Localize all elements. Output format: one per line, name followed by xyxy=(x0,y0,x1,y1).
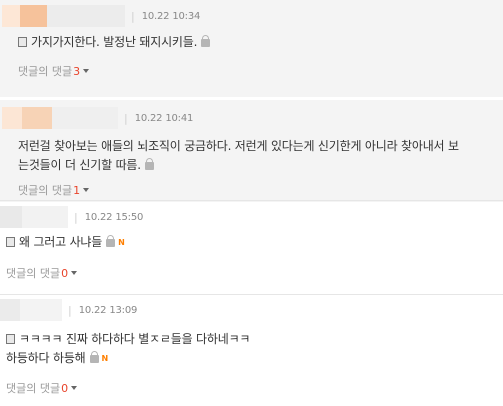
memo-icon xyxy=(6,334,15,344)
comment-body: 왜 그러고 사냐들 N xyxy=(6,233,125,252)
chevron-down-icon xyxy=(71,271,78,275)
chevron-down-icon xyxy=(83,188,90,192)
comment-timestamp: 10.22 10:41 xyxy=(134,112,194,124)
reply-count: 3 xyxy=(73,64,81,78)
header-divider: | xyxy=(68,303,72,317)
new-badge: N xyxy=(118,238,125,247)
author-avatar-blurred[interactable] xyxy=(0,299,62,321)
comment-item: | 10.22 13:09 ㅋㅋㅋㅋ 진짜 하다하다 별ㅈㄹ들을 다하네ㅋㅋ 하… xyxy=(0,294,503,406)
reply-count: 0 xyxy=(61,381,69,395)
comment-header: | 10.22 13:09 xyxy=(0,299,137,321)
comment-timestamp: 10.22 13:09 xyxy=(78,304,138,316)
comment-body: 저런걸 찾아보는 애들의 뇌조직이 궁금하다. 저런게 있다는게 신기한게 아니… xyxy=(18,137,498,175)
comment-divider xyxy=(0,294,503,295)
lock-icon[interactable] xyxy=(106,235,116,247)
reply-toggle[interactable]: 댓글의 댓글 1 xyxy=(18,182,90,198)
header-divider: | xyxy=(74,210,78,224)
comment-item: | 10.22 15:50 왜 그러고 사냐들 N 댓글의 댓글 0 xyxy=(0,200,503,290)
comment-item: | 10.22 10:41 저런걸 찾아보는 애들의 뇌조직이 궁금하다. 저런… xyxy=(0,100,503,202)
comment-text: 왜 그러고 사냐들 xyxy=(19,235,103,249)
comment-body: ㅋㅋㅋㅋ 진짜 하다하다 별ㅈㄹ들을 다하네ㅋㅋ 하등하다 하등해 N xyxy=(6,330,496,368)
lock-icon[interactable] xyxy=(89,351,99,363)
reply-count: 1 xyxy=(73,183,81,197)
comment-text: 가지가지한다. 발정난 돼지시키들. xyxy=(31,35,198,49)
new-badge: N xyxy=(101,354,109,363)
author-avatar-blurred[interactable] xyxy=(2,5,125,27)
header-divider: | xyxy=(131,9,135,23)
author-avatar-blurred[interactable] xyxy=(2,107,118,129)
memo-icon xyxy=(6,237,15,247)
lock-icon[interactable] xyxy=(201,35,211,47)
comment-text-line: 는것들이 더 신기할 따름. xyxy=(18,158,141,172)
comment-text-line: 하등하다 하등해 xyxy=(6,351,86,365)
chevron-down-icon xyxy=(83,69,90,73)
reply-toggle[interactable]: 댓글의 댓글 0 xyxy=(6,380,78,396)
reply-count: 0 xyxy=(61,266,69,280)
reply-toggle[interactable]: 댓글의 댓글 3 xyxy=(18,63,90,79)
reply-label: 댓글의 댓글 xyxy=(6,382,61,395)
comment-header: | 10.22 10:34 xyxy=(2,5,200,27)
comment-header: | 10.22 15:50 xyxy=(0,206,143,228)
reply-label: 댓글의 댓글 xyxy=(18,65,73,78)
header-divider: | xyxy=(124,111,128,125)
reply-toggle[interactable]: 댓글의 댓글 0 xyxy=(6,265,78,281)
lock-icon[interactable] xyxy=(144,158,154,170)
reply-label: 댓글의 댓글 xyxy=(6,267,61,280)
comment-header: | 10.22 10:41 xyxy=(2,107,193,129)
comment-text-line: ㅋㅋㅋㅋ 진짜 하다하다 별ㅈㄹ들을 다하네ㅋㅋ xyxy=(19,332,251,346)
comment-divider xyxy=(0,200,503,201)
author-avatar-blurred[interactable] xyxy=(0,206,68,228)
comment-timestamp: 10.22 10:34 xyxy=(141,10,201,22)
comment-body: 가지가지한다. 발정난 돼지시키들. xyxy=(18,33,211,52)
reply-label: 댓글의 댓글 xyxy=(18,184,73,197)
memo-icon xyxy=(18,37,27,47)
comment-item: | 10.22 10:34 가지가지한다. 발정난 돼지시키들. 댓글의 댓글 3 xyxy=(0,0,503,97)
comment-text-line: 저런걸 찾아보는 애들의 뇌조직이 궁금하다. 저런게 있다는게 신기한게 아니… xyxy=(18,139,459,153)
chevron-down-icon xyxy=(71,386,78,390)
comment-timestamp: 10.22 15:50 xyxy=(84,211,144,223)
